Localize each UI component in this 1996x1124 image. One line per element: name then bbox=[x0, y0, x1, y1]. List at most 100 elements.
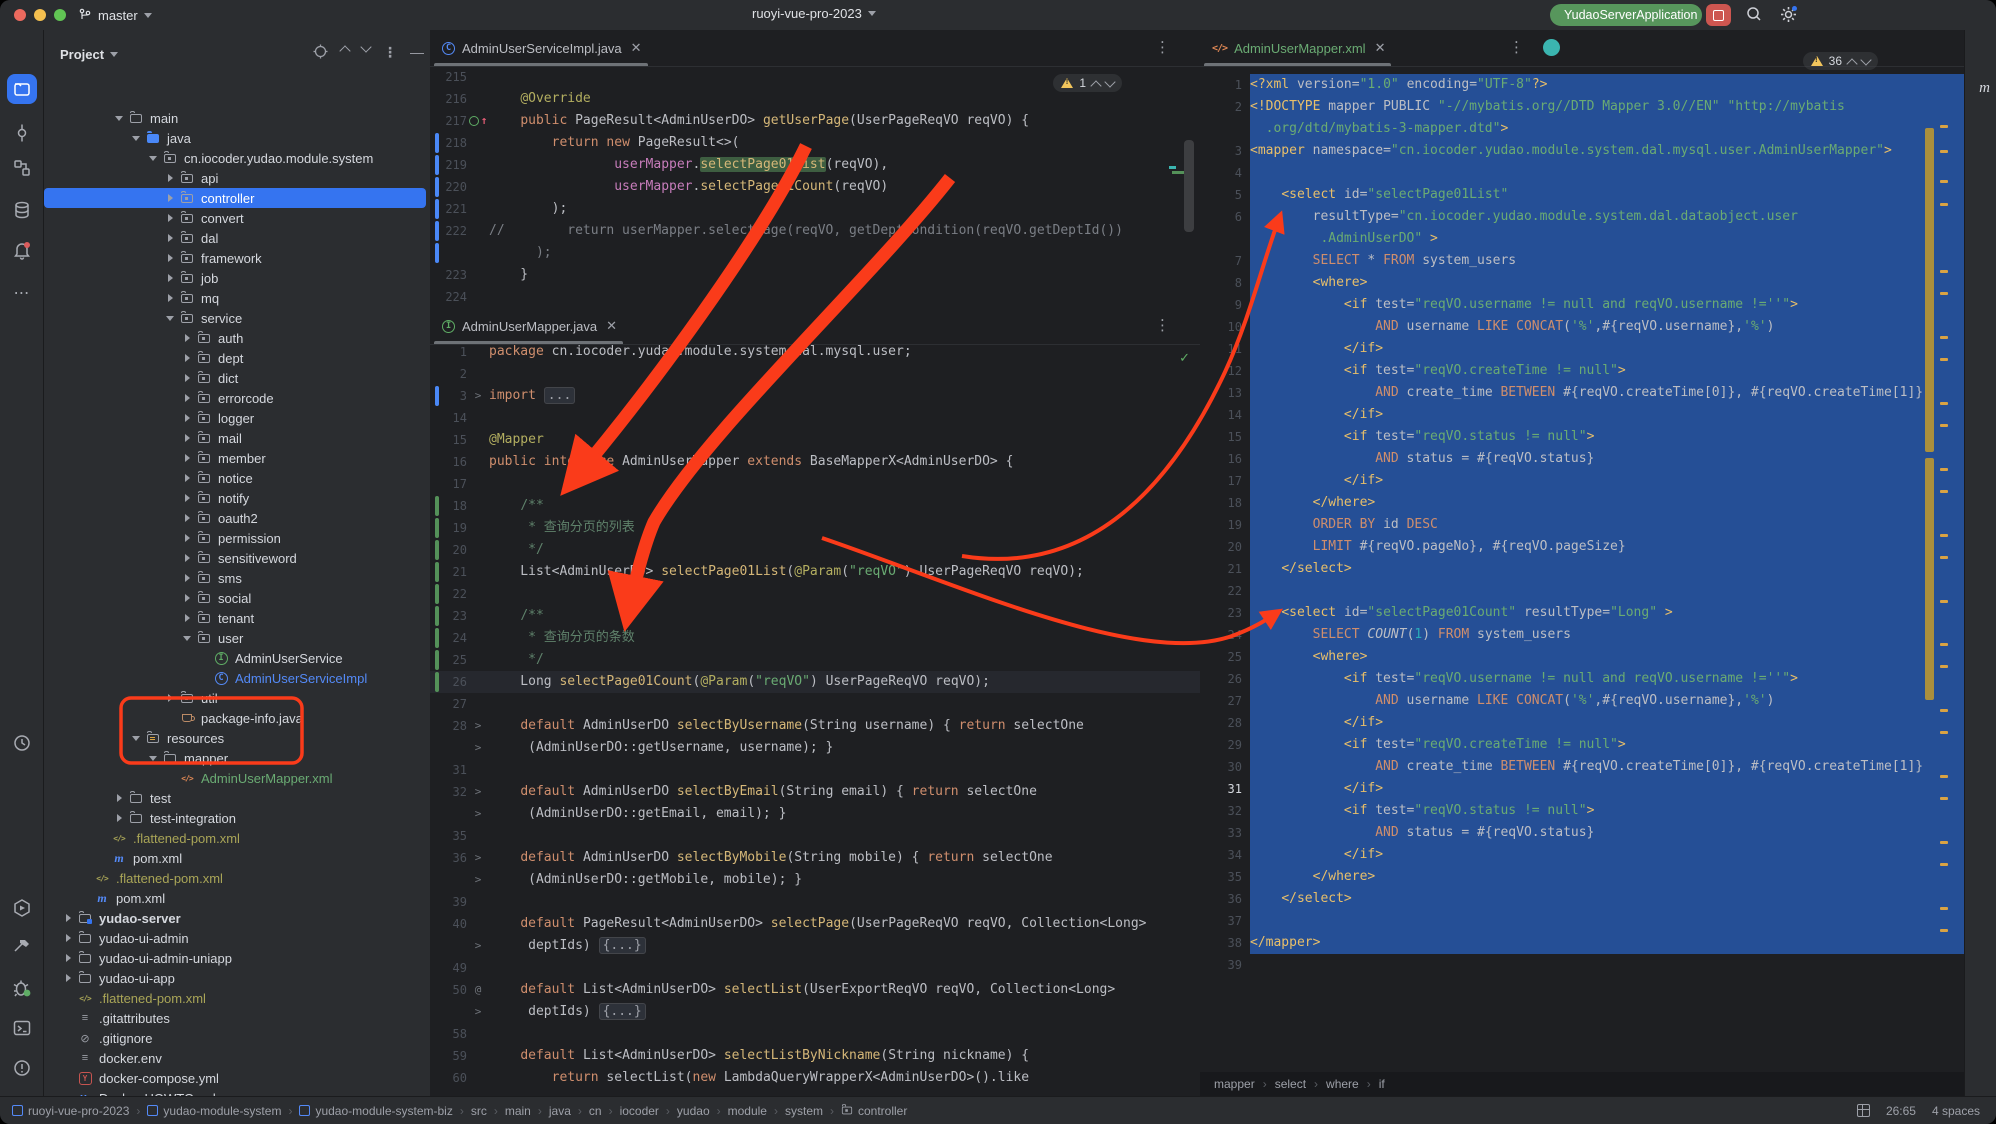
prev-warning-icon[interactable] bbox=[1848, 57, 1856, 65]
tree-item-dal[interactable]: dal bbox=[44, 228, 430, 248]
tree-item-notice[interactable]: notice bbox=[44, 468, 430, 488]
fold-marker[interactable]: > bbox=[475, 807, 482, 820]
run-configuration-button[interactable]: YudaoServerApplication bbox=[1550, 4, 1702, 26]
close-window-button[interactable] bbox=[14, 9, 26, 21]
code-line-33[interactable]: 33 AND status = #{reqVO.status} bbox=[1200, 822, 1964, 844]
tree-item-controller[interactable]: controller bbox=[44, 188, 426, 208]
collapse-icon[interactable] bbox=[362, 44, 370, 52]
tree-item-test-integration[interactable]: test-integration bbox=[44, 808, 430, 828]
tab-options-icon[interactable]: ⋮ bbox=[1155, 38, 1170, 56]
tree-item-resources[interactable]: resources bbox=[44, 728, 430, 748]
settings-gear-icon[interactable] bbox=[1779, 5, 1798, 24]
chevron-down-icon[interactable] bbox=[131, 133, 141, 143]
history-tool-icon[interactable] bbox=[7, 728, 37, 758]
minimize-window-button[interactable] bbox=[34, 9, 46, 21]
chevron-right-icon[interactable] bbox=[182, 573, 192, 583]
chevron-right-icon[interactable] bbox=[182, 553, 192, 563]
tree-item-java[interactable]: java bbox=[44, 128, 430, 148]
code-line-wrap[interactable]: > (AdminUserDO::getMobile, mobile); } bbox=[430, 869, 1200, 891]
chevron-right-icon[interactable] bbox=[182, 413, 192, 423]
scrollbar-thumb[interactable] bbox=[1184, 140, 1194, 232]
inspections-widget[interactable]: 36 bbox=[1803, 52, 1878, 70]
tree-item-.gitattributes[interactable]: ≡.gitattributes bbox=[44, 1008, 430, 1028]
tree-item-service[interactable]: service bbox=[44, 308, 430, 328]
code-line-5[interactable]: 5 <select id="selectPage01List" bbox=[1200, 184, 1964, 206]
tab-options-icon[interactable]: ⋮ bbox=[1155, 316, 1170, 334]
tree-item-AdminUserServiceImpl[interactable]: CAdminUserServiceImpl bbox=[44, 668, 430, 688]
code-line-31[interactable]: 31 </if> bbox=[1200, 778, 1964, 800]
code-line-26[interactable]: 26 Long selectPage01Count(@Param("reqVO"… bbox=[430, 671, 1200, 693]
chevron-down-icon[interactable] bbox=[182, 633, 192, 643]
code-line-35[interactable]: 35 </where> bbox=[1200, 866, 1964, 888]
code-line-1[interactable]: 1<?xml version="1.0" encoding="UTF-8"?> bbox=[1200, 74, 1964, 96]
code-line-wrap[interactable]: > deptIds) {...} bbox=[430, 1001, 1200, 1023]
code-line-wrap[interactable]: > (AdminUserDO::getUsername, username); … bbox=[430, 737, 1200, 759]
chevron-right-icon[interactable] bbox=[182, 513, 192, 523]
code-line-15[interactable]: 15@Mapper bbox=[430, 429, 1200, 451]
project-title-widget[interactable]: ruoyi-vue-pro-2023 bbox=[752, 6, 876, 21]
chevron-down-icon[interactable] bbox=[131, 733, 141, 743]
tree-item-errorcode[interactable]: errorcode bbox=[44, 388, 430, 408]
tree-item-dict[interactable]: dict bbox=[44, 368, 430, 388]
code-line-19[interactable]: 19 ORDER BY id DESC bbox=[1200, 514, 1964, 536]
tree-item-docker.env[interactable]: ≡docker.env bbox=[44, 1048, 430, 1068]
code-line-12[interactable]: 12 <if test="reqVO.createTime != null"> bbox=[1200, 360, 1964, 382]
code-line-8[interactable]: 8 <where> bbox=[1200, 272, 1964, 294]
zoom-window-button[interactable] bbox=[54, 9, 66, 21]
tree-item-tenant[interactable]: tenant bbox=[44, 608, 430, 628]
code-line-60[interactable]: 60 return selectList(new LambdaQueryWrap… bbox=[430, 1067, 1200, 1089]
chevron-right-icon[interactable] bbox=[165, 173, 175, 183]
code-line-wrap[interactable]: .org/dtd/mybatis-3-mapper.dtd"> bbox=[1200, 118, 1964, 140]
close-icon[interactable]: ✕ bbox=[631, 40, 642, 56]
tree-item-pom.xml[interactable]: mpom.xml bbox=[44, 848, 430, 868]
tree-item-AdminUserMapper.xml[interactable]: </>AdminUserMapper.xml bbox=[44, 768, 430, 788]
fold-marker[interactable]: > bbox=[475, 741, 482, 754]
code-line-25[interactable]: 25 <where> bbox=[1200, 646, 1964, 668]
tab-options-icon[interactable]: ⋮ bbox=[1509, 38, 1524, 56]
code-line-17[interactable]: 17 </if> bbox=[1200, 470, 1964, 492]
code-line-20[interactable]: 20 */ bbox=[430, 539, 1200, 561]
tree-item-Docker-HOWTO.md[interactable]: M↓Docker-HOWTO.md bbox=[44, 1088, 430, 1096]
tree-item-member[interactable]: member bbox=[44, 448, 430, 468]
code-line-58[interactable]: 58 bbox=[430, 1023, 1200, 1045]
code-line-50[interactable]: 50@ default List<AdminUserDO> selectList… bbox=[430, 979, 1200, 1001]
inspections-widget[interactable]: 1 bbox=[1053, 74, 1122, 92]
tree-item-pom.xml[interactable]: mpom.xml bbox=[44, 888, 430, 908]
code-line-wrap[interactable]: .AdminUserDO" > bbox=[1200, 228, 1964, 250]
tree-item-test[interactable]: test bbox=[44, 788, 430, 808]
chevron-right-icon[interactable] bbox=[165, 253, 175, 263]
problems-tool-icon[interactable] bbox=[7, 1053, 37, 1083]
tree-item-.flattened-pom.xml[interactable]: </>.flattened-pom.xml bbox=[44, 868, 430, 888]
prev-warning-icon[interactable] bbox=[1092, 79, 1100, 87]
fold-marker[interactable]: > bbox=[475, 719, 482, 732]
fold-marker[interactable]: > bbox=[475, 939, 482, 952]
indent-setting[interactable]: 4 spaces bbox=[1932, 1104, 1980, 1118]
fold-marker[interactable]: > bbox=[475, 1005, 482, 1018]
code-line-35[interactable]: 35 bbox=[430, 825, 1200, 847]
breadcrumb-select[interactable]: select bbox=[1275, 1077, 1306, 1091]
maven-tool-icon[interactable]: m bbox=[1979, 80, 1990, 97]
code-line-223[interactable]: 223 } bbox=[430, 264, 1200, 286]
tab-adminusermapper-xml[interactable]: </> AdminUserMapper.xml ✕ bbox=[1200, 30, 1395, 66]
code-line-wrap[interactable]: ); bbox=[430, 242, 1200, 264]
hide-panel-icon[interactable]: — bbox=[410, 44, 424, 61]
code-line-1[interactable]: 1package cn.iocoder.yudao.module.system.… bbox=[430, 341, 1200, 363]
code-line-32[interactable]: 32 <if test="reqVO.status != null"> bbox=[1200, 800, 1964, 822]
breadcrumb-if[interactable]: if bbox=[1379, 1077, 1385, 1091]
code-line-32[interactable]: 32> default AdminUserDO selectByEmail(St… bbox=[430, 781, 1200, 803]
memory-grid-icon[interactable] bbox=[1857, 1104, 1870, 1117]
code-line-24[interactable]: 24 * 查询分页的条数 bbox=[430, 627, 1200, 649]
tree-item-sensitiveword[interactable]: sensitiveword bbox=[44, 548, 430, 568]
commit-tool-icon[interactable] bbox=[7, 118, 37, 148]
next-warning-icon[interactable] bbox=[1106, 79, 1114, 87]
breadcrumb-where[interactable]: where bbox=[1326, 1077, 1359, 1091]
status-crumb-yudao-module-system-biz[interactable]: yudao-module-system-biz bbox=[299, 1104, 452, 1118]
locate-file-icon[interactable] bbox=[313, 44, 328, 59]
code-line-21[interactable]: 21 List<AdminUserDO> selectPage01List(@P… bbox=[430, 561, 1200, 583]
code-line-28[interactable]: 28 </if> bbox=[1200, 712, 1964, 734]
code-line-221[interactable]: 221 ); bbox=[430, 198, 1200, 220]
structure-tool-icon[interactable] bbox=[7, 153, 37, 183]
tree-item-main[interactable]: main bbox=[44, 108, 430, 128]
database-tool-icon[interactable] bbox=[7, 195, 37, 225]
code-line-23[interactable]: 23 /** bbox=[430, 605, 1200, 627]
